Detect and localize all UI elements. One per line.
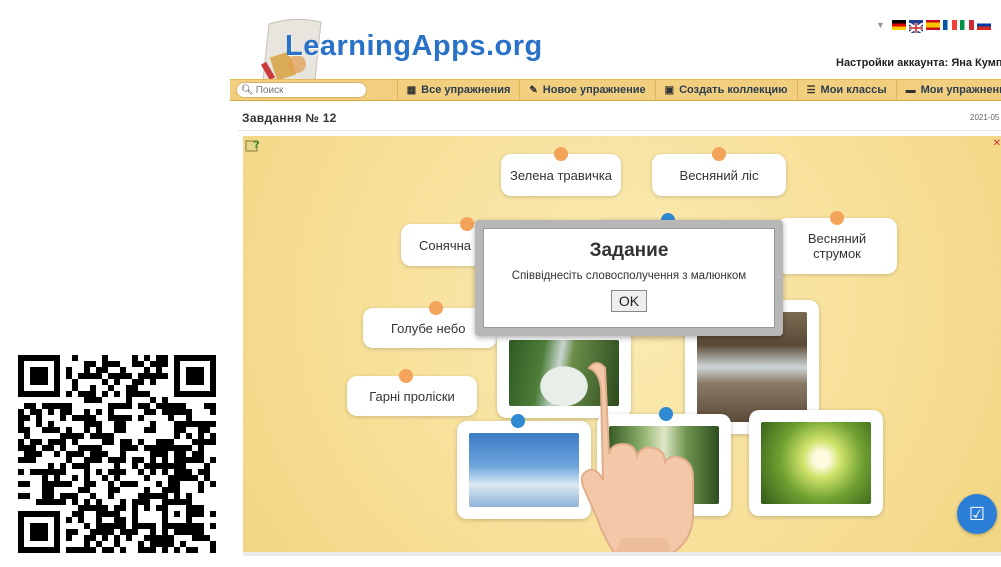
- connector-dot[interactable]: [460, 217, 474, 231]
- exercise-area: ? ✕ Зелена травичка Весняний ліс Сонячна…: [243, 136, 1001, 552]
- close-icon[interactable]: ✕: [993, 138, 1001, 149]
- text-card[interactable]: Весняний струмок: [777, 211, 897, 274]
- dialog-title: Задание: [589, 240, 669, 261]
- nav-new-exercise[interactable]: ✎ Новое упражнение: [519, 79, 654, 101]
- svg-text:?: ?: [253, 139, 260, 151]
- text-card[interactable]: Весняний ліс: [652, 147, 786, 196]
- language-selector[interactable]: ▼: [876, 20, 991, 34]
- instruction-dialog: Задание Співвіднесіть словосполучення з …: [475, 220, 783, 336]
- ok-button[interactable]: OK: [610, 290, 648, 312]
- nav-my-exercises-label: Мои упражнения: [920, 84, 1001, 96]
- search-input[interactable]: [255, 84, 366, 96]
- list-icon: ☰: [806, 84, 816, 96]
- account-settings-link[interactable]: Настройки аккаунта: Яна Кумпан: [836, 57, 1001, 69]
- dialog-text: Співвіднесіть словосполучення з малюнком: [511, 270, 747, 282]
- text-card-label: Гарні проліски: [369, 388, 455, 404]
- connector-dot[interactable]: [511, 414, 525, 428]
- checkmark-icon: ☑︎: [968, 503, 986, 524]
- nav-my-exercises[interactable]: ▬ Мои упражнения: [895, 79, 1001, 101]
- main-navbar: 🔍︎ ▦ Все упражнения ✎ Новое упражнение ▣…: [230, 79, 1001, 101]
- russian-flag-icon[interactable]: [976, 20, 991, 30]
- nav-all-exercises[interactable]: ▦ Все упражнения: [396, 79, 520, 101]
- text-card-label: Весняний струмок: [807, 231, 867, 261]
- qr-code: [18, 350, 216, 558]
- collection-icon: ▣: [664, 84, 675, 96]
- text-card[interactable]: Зелена травичка: [501, 147, 621, 196]
- text-card-label: Сонячна: [419, 237, 472, 253]
- search-icon: 🔍︎: [241, 84, 254, 96]
- help-icon[interactable]: ?: [245, 138, 261, 152]
- grid-icon: ▦: [406, 84, 417, 96]
- logo[interactable]: LearningApps.org: [255, 14, 542, 84]
- nav-new-exercise-label: Новое упражнение: [542, 84, 646, 96]
- dialog-body: Задание Співвіднесіть словосполучення з …: [483, 228, 775, 328]
- text-card-label: Голубе небо: [391, 320, 466, 336]
- caret-down-icon[interactable]: ▼: [876, 20, 885, 30]
- connector-dot[interactable]: [429, 301, 443, 315]
- german-flag-icon[interactable]: [891, 20, 906, 30]
- connector-dot[interactable]: [554, 147, 568, 161]
- pencil-icon: ✎: [529, 84, 538, 96]
- check-answer-button[interactable]: ☑︎: [957, 494, 997, 534]
- sun-trees-image: [761, 422, 871, 504]
- nav-create-collection-label: Создать коллекцию: [679, 84, 788, 96]
- search-box[interactable]: 🔍︎: [236, 82, 367, 98]
- nav-create-collection[interactable]: ▣ Создать коллекцию: [654, 79, 797, 101]
- image-card-sky[interactable]: [457, 414, 591, 519]
- connector-dot[interactable]: [830, 211, 844, 225]
- uk-flag-icon[interactable]: [908, 20, 924, 34]
- logo-text: LearningApps.org: [285, 30, 543, 62]
- text-card[interactable]: Гарні проліски: [347, 369, 477, 416]
- french-flag-icon[interactable]: [942, 20, 957, 30]
- folder-icon: ▬: [905, 84, 916, 96]
- text-card-label: Весняний ліс: [679, 167, 759, 183]
- connector-dot[interactable]: [399, 369, 413, 383]
- text-card-label: Зелена травичка: [509, 167, 613, 183]
- connector-dot[interactable]: [712, 147, 726, 161]
- image-card-sun-trees[interactable]: [749, 410, 883, 516]
- exercise-bottom-bar: [243, 552, 1001, 556]
- spanish-flag-icon[interactable]: [925, 20, 940, 30]
- italian-flag-icon[interactable]: [959, 20, 974, 30]
- page-date: 2021-05: [970, 113, 1000, 122]
- nav-all-exercises-label: Все упражнения: [421, 84, 511, 96]
- nav-my-classes-label: Мои классы: [820, 84, 887, 96]
- nav-my-classes[interactable]: ☰ Мои классы: [796, 79, 896, 101]
- sky-image: [469, 433, 579, 507]
- divider: [238, 130, 1001, 131]
- page-title: Завдання № 12: [242, 111, 337, 125]
- pointing-hand-icon: [580, 362, 694, 552]
